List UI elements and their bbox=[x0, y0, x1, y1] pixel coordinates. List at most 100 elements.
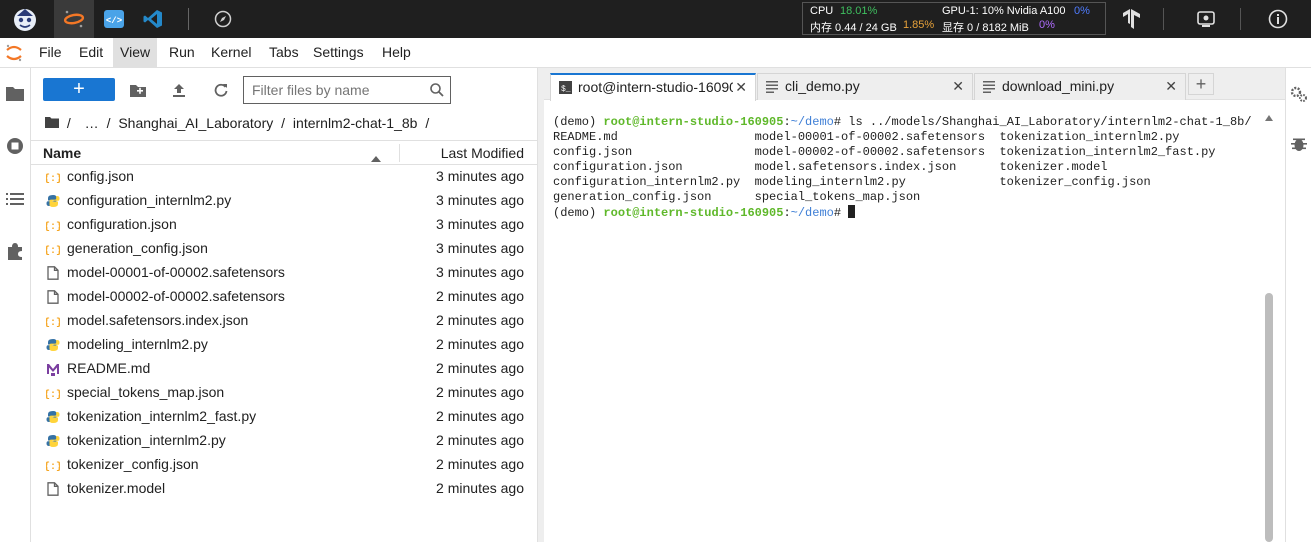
file-modified: 3 minutes ago bbox=[436, 216, 524, 232]
scrollbar-thumb[interactable] bbox=[1265, 293, 1273, 542]
file-row[interactable]: README.md 2 minutes ago bbox=[31, 357, 537, 381]
file-modified: 2 minutes ago bbox=[436, 360, 524, 376]
prompt-user: root@intern-studio-160905 bbox=[603, 115, 784, 129]
vscode-web-icon[interactable]: </> bbox=[94, 0, 134, 38]
breadcrumb-shanghai-ai-laboratory[interactable]: Shanghai_AI_Laboratory bbox=[118, 115, 273, 131]
intern-studio-logo-icon[interactable] bbox=[5, 0, 45, 38]
file-list-header: Name Last Modified bbox=[31, 140, 537, 165]
file-row[interactable]: model-00002-of-00002.safetensors 2 minute… bbox=[31, 285, 537, 309]
new-folder-icon[interactable] bbox=[128, 80, 148, 100]
prompt-env: (demo) bbox=[553, 115, 604, 129]
file-row[interactable]: tokenization_internlm2_fast.py 2 minutes … bbox=[31, 405, 537, 429]
menu-file[interactable]: File bbox=[32, 38, 69, 67]
file-modified: 3 minutes ago bbox=[436, 264, 524, 280]
terminal-output[interactable]: (demo) root@intern-studio-160905:~/demo#… bbox=[553, 115, 1252, 221]
file-row[interactable]: modeling_internlm2.py 2 minutes ago bbox=[31, 333, 537, 357]
prompt-separator: : bbox=[783, 206, 791, 220]
column-divider[interactable] bbox=[399, 144, 400, 162]
file-name: configuration.json bbox=[67, 216, 177, 232]
file-modified: 3 minutes ago bbox=[436, 240, 524, 256]
ls-output: README.md model-00001-of-00002.safetenso… bbox=[553, 130, 1216, 204]
file-modified: 2 minutes ago bbox=[436, 432, 524, 448]
tab-label: cli_demo.py bbox=[785, 78, 860, 94]
upload-icon[interactable] bbox=[169, 80, 189, 100]
json-file-icon: {:} bbox=[45, 169, 61, 185]
file-row[interactable]: {:} tokenizer_config.json 2 minutes ago bbox=[31, 453, 537, 477]
close-tab-icon[interactable]: ✕ bbox=[1165, 78, 1177, 95]
sort-ascending-icon[interactable] bbox=[371, 150, 381, 165]
file-browser-panel: + / … / Shanghai_AI_Laboratory / internl… bbox=[31, 68, 537, 542]
json-file-icon: {:} bbox=[45, 457, 61, 473]
menu-view[interactable]: View bbox=[113, 38, 158, 67]
remote-connect-icon[interactable] bbox=[1186, 0, 1226, 38]
vscode-icon[interactable] bbox=[133, 0, 173, 38]
menu-run[interactable]: Run bbox=[162, 38, 202, 67]
file-row[interactable]: tokenizer.model 2 minutes ago bbox=[31, 477, 537, 501]
toolbar-divider bbox=[1240, 8, 1241, 30]
svg-text:{:}: {:} bbox=[46, 461, 60, 472]
running-kernels-icon[interactable] bbox=[4, 135, 26, 157]
menu-help[interactable]: Help bbox=[375, 38, 418, 67]
close-tab-icon[interactable]: ✕ bbox=[952, 78, 964, 95]
file-modified: 2 minutes ago bbox=[436, 288, 524, 304]
left-sidebar-rail bbox=[0, 68, 31, 542]
text-file-icon bbox=[983, 80, 996, 93]
breadcrumb-separator: / bbox=[106, 115, 111, 131]
python-file-icon bbox=[45, 433, 61, 449]
file-modified: 2 minutes ago bbox=[436, 408, 524, 424]
file-row[interactable]: {:} config.json 3 minutes ago bbox=[31, 165, 537, 189]
info-icon[interactable] bbox=[1258, 0, 1298, 38]
menu-edit[interactable]: Edit bbox=[72, 38, 110, 67]
breadcrumb-ellipsis[interactable]: … bbox=[85, 115, 99, 131]
tensorflow-icon[interactable] bbox=[1112, 0, 1152, 38]
file-name: README.md bbox=[67, 360, 151, 376]
python-file-icon bbox=[45, 337, 61, 353]
scroll-up-icon[interactable] bbox=[1265, 109, 1273, 124]
file-modified: 2 minutes ago bbox=[436, 312, 524, 328]
menu-tabs[interactable]: Tabs bbox=[262, 38, 306, 67]
json-file-icon: {:} bbox=[45, 385, 61, 401]
file-row[interactable]: configuration_internlm2.py 3 minutes ago bbox=[31, 189, 537, 213]
column-name-header[interactable]: Name bbox=[43, 145, 81, 161]
file-row[interactable]: {:} generation_config.json 3 minutes ago bbox=[31, 237, 537, 261]
tab-terminal[interactable]: $_ root@intern-studio-16090 ✕ bbox=[550, 73, 756, 101]
close-tab-icon[interactable]: ✕ bbox=[735, 79, 747, 96]
prompt-end: # bbox=[833, 115, 849, 129]
new-tab-button[interactable]: + bbox=[1188, 73, 1214, 95]
svg-text:{:}: {:} bbox=[46, 245, 60, 256]
resource-monitor: CPU 18.01% 内存 0.44 / 24 GB 1.85% GPU-1: … bbox=[802, 2, 1106, 35]
terminal-panel[interactable]: (demo) root@intern-studio-160905:~/demo#… bbox=[544, 101, 1285, 542]
panel-splitter[interactable] bbox=[537, 68, 544, 542]
menu-settings[interactable]: Settings bbox=[306, 38, 371, 67]
right-sidebar-rail bbox=[1285, 68, 1311, 542]
file-row[interactable]: {:} special_tokens_map.json 2 minutes ago bbox=[31, 381, 537, 405]
terminal-scrollbar[interactable] bbox=[1263, 109, 1275, 542]
file-row[interactable]: tokenization_internlm2.py 2 minutes ago bbox=[31, 429, 537, 453]
breadcrumb-internlm2-chat[interactable]: internlm2-chat-1_8b bbox=[293, 115, 418, 131]
extensions-puzzle-icon[interactable] bbox=[4, 240, 26, 262]
file-row[interactable]: model-00001-of-00002.safetensors 3 minute… bbox=[31, 261, 537, 285]
property-inspector-gears-icon[interactable] bbox=[1290, 85, 1308, 103]
jupyter-icon[interactable] bbox=[54, 0, 94, 38]
debugger-bug-icon[interactable] bbox=[1290, 135, 1308, 153]
table-of-contents-icon[interactable] bbox=[4, 188, 26, 210]
column-modified-header[interactable]: Last Modified bbox=[441, 145, 524, 161]
file-modified: 2 minutes ago bbox=[436, 384, 524, 400]
text-file-icon bbox=[766, 80, 779, 93]
file-row[interactable]: {:} model.safetensors.index.json 2 minutes… bbox=[31, 309, 537, 333]
home-folder-icon[interactable] bbox=[45, 115, 59, 131]
top-bar: </> CPU 18.01% 内存 0.44 / 24 GB 1.85% GPU… bbox=[0, 0, 1311, 38]
tab-download-mini[interactable]: download_mini.py ✕ bbox=[974, 73, 1186, 100]
compass-icon[interactable] bbox=[203, 0, 243, 38]
folder-icon[interactable] bbox=[4, 82, 26, 104]
tab-cli-demo[interactable]: cli_demo.py ✕ bbox=[757, 73, 973, 100]
python-file-icon bbox=[45, 193, 61, 209]
new-launcher-button[interactable]: + bbox=[43, 78, 115, 101]
file-row[interactable]: {:} configuration.json 3 minutes ago bbox=[31, 213, 537, 237]
file-filter-input[interactable] bbox=[252, 81, 422, 99]
svg-text:$_: $_ bbox=[561, 85, 571, 94]
menu-kernel[interactable]: Kernel bbox=[204, 38, 258, 67]
memory-value: 1.85% bbox=[903, 19, 935, 31]
svg-text:{:}: {:} bbox=[46, 173, 60, 184]
refresh-icon[interactable] bbox=[211, 80, 231, 100]
